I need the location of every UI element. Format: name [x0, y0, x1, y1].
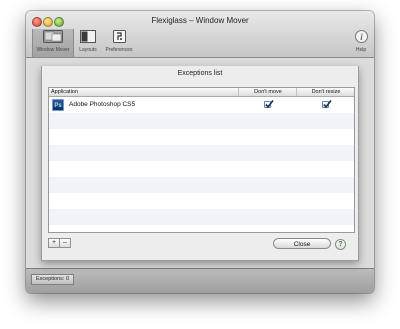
toolbar-item-layouts[interactable]: Layouts [76, 29, 100, 57]
table-row-empty [49, 145, 354, 161]
checkmark-icon [323, 100, 332, 109]
table-row-empty [49, 113, 354, 129]
info-icon: i [352, 30, 370, 45]
table-rows: Ps Adobe Photoshop CS5 [49, 97, 354, 232]
table-row[interactable]: Ps Adobe Photoshop CS5 [49, 97, 354, 113]
window-mover-icon [32, 30, 74, 45]
help-button[interactable]: ? [335, 239, 346, 250]
status-bar: Exceptions: 0 [26, 268, 374, 293]
toolbar-label-preferences: Preferences [105, 47, 133, 53]
application-name: Adobe Photoshop CS5 [69, 101, 136, 108]
table-row-empty [49, 193, 354, 209]
sheet-title: Exceptions list [177, 70, 223, 77]
toolbar-item-preferences[interactable]: Preferences [102, 29, 136, 57]
preferences-icon [102, 30, 136, 45]
app-window: Flexiglass – Window Mover Window Mover L… [26, 11, 374, 293]
toolbar-item-help[interactable]: i Help [352, 29, 370, 57]
remove-exception-button[interactable]: – [59, 238, 71, 248]
column-header-dont-resize[interactable]: Don't resize [296, 88, 354, 96]
toolbar-label-layouts: Layouts [79, 47, 97, 53]
table-row-empty [49, 129, 354, 145]
dont-resize-checkbox[interactable] [322, 100, 332, 109]
close-button[interactable]: Close [273, 238, 331, 249]
table-row-empty [49, 225, 354, 232]
table-row-empty [49, 209, 354, 225]
table-row-empty [49, 177, 354, 193]
photoshop-icon: Ps [52, 99, 64, 111]
toolbar-label-help: Help [355, 47, 367, 53]
toolbar-item-window-mover[interactable]: Window Mover [32, 29, 74, 57]
column-header-dont-move[interactable]: Don't move [238, 88, 297, 96]
layouts-icon [76, 30, 100, 45]
table-header: Application Don't move Don't resize [49, 88, 354, 97]
dont-move-checkbox[interactable] [264, 100, 274, 109]
exceptions-count-badge[interactable]: Exceptions: 0 [31, 274, 75, 285]
exceptions-table[interactable]: Application Don't move Don't resize Ps A… [48, 87, 355, 233]
toolbar-label-window-mover: Window Mover [36, 47, 70, 53]
column-header-application[interactable]: Application [51, 89, 78, 95]
exceptions-sheet: Exceptions list Application Don't move D… [41, 66, 359, 261]
window-title: Flexiglass – Window Mover [151, 16, 249, 25]
checkmark-icon [265, 100, 274, 109]
table-row-empty [49, 161, 354, 177]
title-bar[interactable]: Flexiglass – Window Mover Window Mover L… [26, 11, 374, 58]
